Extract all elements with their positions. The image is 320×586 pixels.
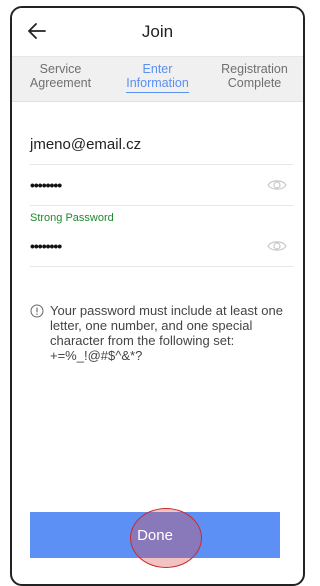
done-label: Done [137,526,173,544]
join-form: jmeno@email.cz •••••••• Strong Password … [12,124,303,363]
confirm-password-field[interactable]: •••••••• [30,226,293,267]
password-field[interactable]: •••••••• [30,165,293,206]
email-field[interactable]: jmeno@email.cz [30,124,293,165]
done-button[interactable]: Done [30,512,280,558]
step-label-line1: Registration [221,62,288,76]
back-button[interactable] [22,16,52,46]
step-enter-information[interactable]: Enter Information [109,57,206,93]
step-service-agreement[interactable]: Service Agreement [12,57,109,90]
app-header: Join [12,8,303,57]
page-title: Join [141,22,174,41]
arrow-left-icon [28,23,46,39]
show-password-toggle[interactable] [267,178,287,192]
registration-steps: Service Agreement Enter Information Regi… [12,57,303,102]
password-requirements-text: Your password must include at least one … [50,303,283,363]
step-registration-complete[interactable]: Registration Complete [206,57,303,90]
step-label-line1: Enter [142,62,173,76]
step-active-label: Enter Information [126,62,189,93]
confirm-password-value: •••••••• [30,238,62,254]
password-value: •••••••• [30,177,62,193]
phone-frame: Join Service Agreement Enter Information… [10,6,305,586]
eye-icon [267,180,287,190]
email-value: jmeno@email.cz [30,135,142,153]
show-confirm-password-toggle[interactable] [267,239,287,253]
password-strength-label: Strong Password [30,212,114,224]
eye-icon [267,241,287,251]
step-label-line2: Agreement [29,76,92,90]
step-label-line1: Service [39,62,82,76]
step-label-line2: Complete [227,76,282,90]
step-label-line2: Information [126,76,189,90]
info-circle-icon [30,304,44,318]
password-requirements: Your password must include at least one … [30,303,293,363]
